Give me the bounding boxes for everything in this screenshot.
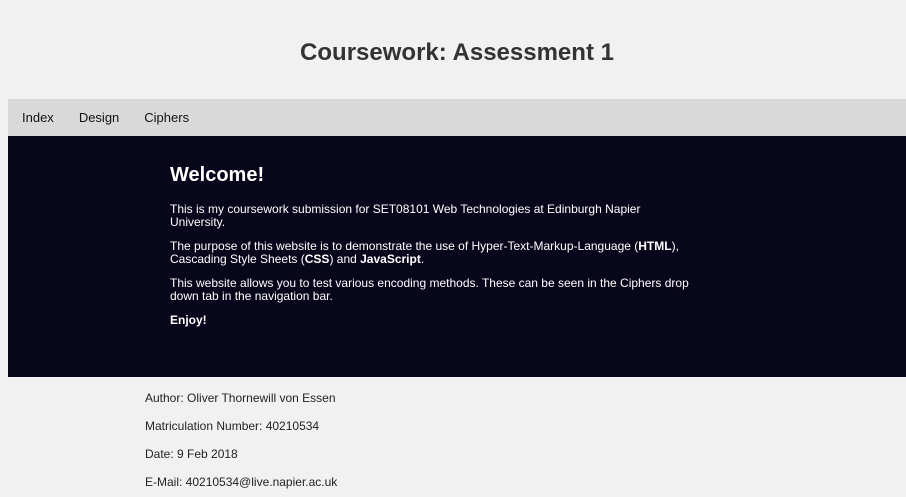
author-line: Author: Oliver Thornewill von Essen <box>145 391 336 405</box>
purpose-text-d: . <box>420 252 425 266</box>
welcome-section: Welcome! This is my coursework submissio… <box>170 163 690 338</box>
navigation-bar: Index Design Ciphers <box>8 99 906 136</box>
nav-item-ciphers[interactable]: Ciphers <box>144 110 189 125</box>
welcome-heading: Welcome! <box>170 164 265 186</box>
page-header: Coursework: Assessment 1 <box>8 3 906 99</box>
nav-item-design[interactable]: Design <box>79 110 119 125</box>
css-term: CSS <box>304 252 330 266</box>
ciphers-paragraph: This website allows you to test various … <box>170 276 689 303</box>
purpose-text-c: ) and <box>329 252 361 266</box>
nav-item-index[interactable]: Index <box>22 110 54 125</box>
email-line: E-Mail: 40210534@live.napier.ac.uk <box>145 475 338 489</box>
purpose-text-a: The purpose of this website is to demons… <box>170 239 639 253</box>
enjoy-bold: Enjoy! <box>170 313 207 327</box>
page-title: Coursework: Assessment 1 <box>300 39 614 66</box>
author-details: Author: Oliver Thornewill von Essen Matr… <box>145 390 337 497</box>
html-term: HTML <box>638 239 672 253</box>
intro-paragraph: This is my coursework submission for SET… <box>170 202 641 229</box>
main-content-area: Welcome! This is my coursework submissio… <box>8 136 906 377</box>
purpose-paragraph: The purpose of this website is to demons… <box>170 240 690 266</box>
matriculation-line: Matriculation Number: 40210534 <box>145 419 320 433</box>
javascript-term: JavaScript <box>360 252 421 266</box>
date-line: Date: 9 Feb 2018 <box>145 447 238 461</box>
page-footer: Author: Oliver Thornewill von Essen Matr… <box>8 377 906 497</box>
page: Coursework: Assessment 1 Index Design Ci… <box>0 0 906 497</box>
enjoy-text: Enjoy! <box>170 314 690 327</box>
